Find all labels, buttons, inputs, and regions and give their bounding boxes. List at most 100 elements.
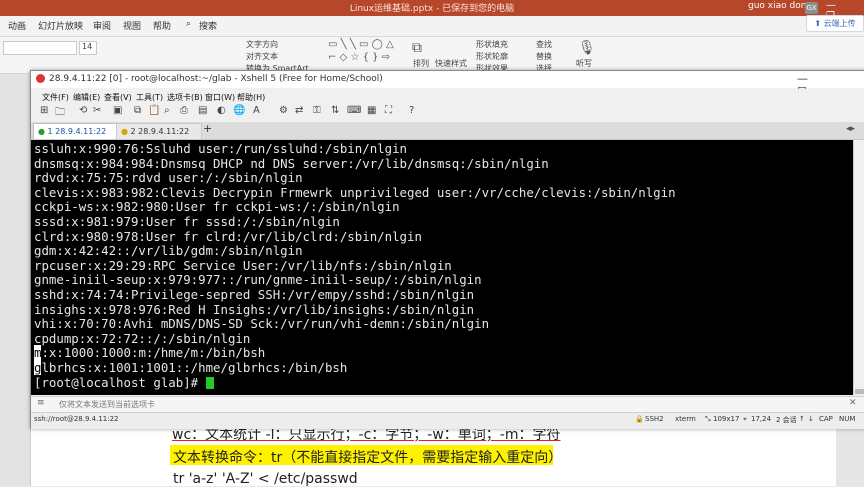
- status-sessions: 2 会话: [776, 416, 797, 424]
- slide-thumbnails-pane[interactable]: [0, 74, 31, 486]
- keyboard-icon[interactable]: ⌨: [347, 105, 361, 116]
- ppt-tab-review[interactable]: 审阅: [93, 19, 111, 32]
- help-icon[interactable]: ?: [409, 105, 414, 116]
- ppt-tab-slideshow[interactable]: 幻灯片放映: [38, 19, 83, 32]
- print-icon[interactable]: ⎙: [180, 105, 188, 116]
- menu-tab[interactable]: 选项卡(B): [167, 92, 203, 103]
- ppt-ribbon: [0, 37, 864, 74]
- status-cursor-pos: 17,24: [751, 415, 772, 423]
- shape-outline-button[interactable]: 形状轮廓: [476, 51, 508, 62]
- menu-window[interactable]: 窗口(W): [205, 92, 235, 103]
- terminal[interactable]: ssluh:x:990:76:Ssluhd user:/run/ssluhd:/…: [31, 140, 853, 395]
- lock-icon[interactable]: ⚿: [313, 105, 321, 116]
- slide-text-tr-title[interactable]: 文本转换命令：tr（不能直接指定文件，需要指定输入重定向）: [173, 447, 562, 467]
- terminal-line: clrd:x:980:978:User fr clrd:/vr/lib/clrd…: [34, 228, 422, 244]
- status-down-icon[interactable]: ↓: [808, 415, 814, 423]
- copy-icon[interactable]: ⧉: [134, 105, 141, 116]
- status-term-size: 109x17: [713, 415, 740, 423]
- tunnel-icon[interactable]: ⇄: [295, 105, 303, 116]
- terminal-scrollbar[interactable]: [853, 140, 864, 395]
- status-term-type: xterm: [675, 415, 696, 423]
- open-folder-icon[interactable]: 🗀: [55, 105, 65, 122]
- terminal-line: glbrhcs:x:1001:1001::/hme/glbrhcs:/bin/b…: [34, 360, 347, 376]
- compose-input[interactable]: 仅将文本发送到当前选项卡: [59, 399, 155, 410]
- shape-fill-button[interactable]: 形状填充: [476, 39, 508, 50]
- tab-status-dot-icon: ●: [121, 127, 131, 136]
- ppt-tab-view[interactable]: 视图: [123, 19, 141, 32]
- status-up-icon[interactable]: ↑: [799, 415, 805, 423]
- find-button[interactable]: 查找: [536, 39, 552, 50]
- terminal-line: clevis:x:983:982:Clevis Decrypin Frmewrk…: [34, 184, 676, 200]
- terminal-line: ssluh:x:990:76:Ssluhd user:/run/ssluhd:/…: [34, 141, 407, 156]
- avatar[interactable]: GX: [805, 2, 818, 14]
- session-tab-2[interactable]: ● 2 28.9.4.11:22 [1]: [116, 123, 202, 151]
- disconnect-icon[interactable]: ✂: [93, 105, 101, 116]
- terminal-line: rpcuser:x:29:29:RPC Service User:/vr/lib…: [34, 257, 452, 273]
- menu-help[interactable]: 帮助(H): [237, 92, 265, 103]
- terminal-line: insighs:x:978:976:Red H Insighs:/vr/lib/…: [34, 301, 475, 317]
- ppt-tab-animations[interactable]: 动画: [8, 19, 26, 32]
- terminal-prompt-line[interactable]: [root@localhost glab]#: [34, 375, 214, 391]
- font-name-box[interactable]: [3, 41, 77, 55]
- reconnect-icon[interactable]: ⟲: [79, 105, 87, 116]
- shapes-gallery-icon[interactable]: ▭ ╲ ╲ ▭ ◯ △: [328, 39, 394, 50]
- terminal-line: gnme-iniil-seup:x:979:977::/run/gnme-ini…: [34, 272, 482, 288]
- menu-tools[interactable]: 工具(T): [136, 92, 163, 103]
- arrange-button[interactable]: 排列: [413, 58, 429, 69]
- xshell-window-title: 28.9.4.11:22 [0] - root@localhost:~/glab…: [49, 74, 383, 84]
- status-connection: ssh://root@28.9.4.11:22: [34, 415, 119, 423]
- terminal-scrollbar-thumb[interactable]: [855, 389, 864, 394]
- script-icon[interactable]: ▦: [367, 105, 376, 116]
- menu-edit[interactable]: 编辑(E): [73, 92, 100, 103]
- menu-file[interactable]: 文件(F): [42, 92, 69, 103]
- menu-view[interactable]: 查看(V): [104, 92, 132, 103]
- compose-menu-icon[interactable]: ≡: [37, 398, 45, 408]
- dictate-button[interactable]: 听写: [576, 58, 592, 69]
- terminal-line: cpdump:x:72:72::/:/sbin/nlgin: [34, 330, 251, 346]
- terminal-line: m:x:1000:1000:m:/hme/m:/bin/bsh: [34, 345, 266, 361]
- session-tab-1[interactable]: ● 1 28.9.4.11:22 [0]: [33, 123, 117, 151]
- transfer-icon[interactable]: ⇅: [331, 105, 339, 116]
- microphone-icon[interactable]: 🎙: [578, 40, 596, 56]
- terminal-line: sssd:x:981:979:User fr sssd:/:/sbin/nlgi…: [34, 214, 340, 229]
- status-lock-icon: 🔒: [635, 415, 644, 423]
- compose-icon[interactable]: ▤: [198, 105, 207, 116]
- arrange-icon[interactable]: ⧉: [412, 40, 422, 56]
- replace-button[interactable]: 替换: [536, 51, 552, 62]
- properties-icon[interactable]: ▣: [113, 105, 122, 116]
- tab-status-dot-icon: ●: [38, 127, 48, 136]
- search-icon[interactable]: ⌕: [186, 19, 191, 29]
- cloud-upload-button[interactable]: ⬆ 云端上传: [806, 15, 864, 32]
- terminal-cursor: [205, 376, 214, 389]
- terminal-line: gdm:x:42:42::/vr/lib/gdm:/sbin/nlgin: [34, 243, 303, 259]
- status-caps: CAP: [819, 415, 833, 423]
- compose-close-icon[interactable]: ✕: [849, 398, 857, 408]
- text-direction-button[interactable]: 文字方向: [246, 39, 278, 50]
- font-size-box[interactable]: 14: [79, 41, 97, 55]
- find-icon[interactable]: ⌕: [164, 105, 170, 116]
- ppt-user-name[interactable]: guo xiao dong: [748, 1, 812, 11]
- paste-icon[interactable]: 📋: [148, 105, 160, 116]
- align-text-button[interactable]: 对齐文本: [246, 51, 278, 62]
- compose-bar[interactable]: [31, 396, 864, 413]
- shapes-gallery-icon[interactable]: ⌐ ◇ ☆ { } ⇨: [328, 52, 390, 63]
- xftp-icon[interactable]: ⚙: [279, 105, 288, 116]
- terminal-line: vhi:x:70:70:Avhi mDNS/DNS-SD Sck:/vr/run…: [34, 316, 490, 332]
- xshell-app-icon: [36, 74, 45, 83]
- xshell-window[interactable]: 28.9.4.11:22 [0] - root@localhost:~/glab…: [30, 70, 864, 429]
- terminal-line-rest: :x:1000:1000:m:/hme/m:/bin/bsh: [41, 345, 266, 361]
- color-scheme-icon[interactable]: ◐: [217, 105, 226, 116]
- globe-icon[interactable]: 🌐: [233, 105, 245, 116]
- new-session-icon[interactable]: ⊞: [40, 105, 48, 116]
- ppt-tab-help[interactable]: 帮助: [153, 19, 171, 32]
- status-num: NUM: [839, 415, 856, 423]
- ppt-tab-search[interactable]: 搜索: [199, 19, 217, 32]
- add-tab-button[interactable]: +: [203, 122, 212, 135]
- tab-menu-icon[interactable]: ◂▸: [846, 124, 855, 134]
- status-cursor-icon: ⌖: [743, 415, 747, 423]
- slide-text-tr-example[interactable]: tr 'a-z' 'A-Z' < /etc/passwd: [173, 471, 358, 487]
- font-icon[interactable]: A: [253, 105, 260, 116]
- fullscreen-icon[interactable]: ⛶: [385, 105, 392, 116]
- ppt-window-title: Linux运维基础.pptx - 已保存到您的电脑: [349, 4, 515, 14]
- quick-styles-button[interactable]: 快速样式: [435, 58, 467, 69]
